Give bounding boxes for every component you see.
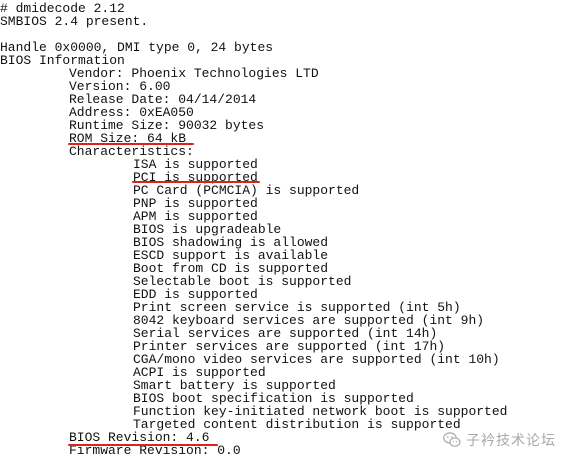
- smbios-version-line: SMBIOS 2.4 present.: [0, 14, 149, 29]
- wechat-logo-icon: [443, 432, 461, 447]
- watermark-text: 子衿技术论坛: [466, 433, 556, 449]
- watermark: 子衿技术论坛: [442, 430, 556, 450]
- pci-underline: [132, 181, 260, 183]
- terminal-output: # dmidecode 2.12 SMBIOS 2.4 present. Han…: [0, 0, 564, 464]
- bios-revision-underline: [68, 444, 218, 446]
- rom-size-underline: [68, 143, 194, 145]
